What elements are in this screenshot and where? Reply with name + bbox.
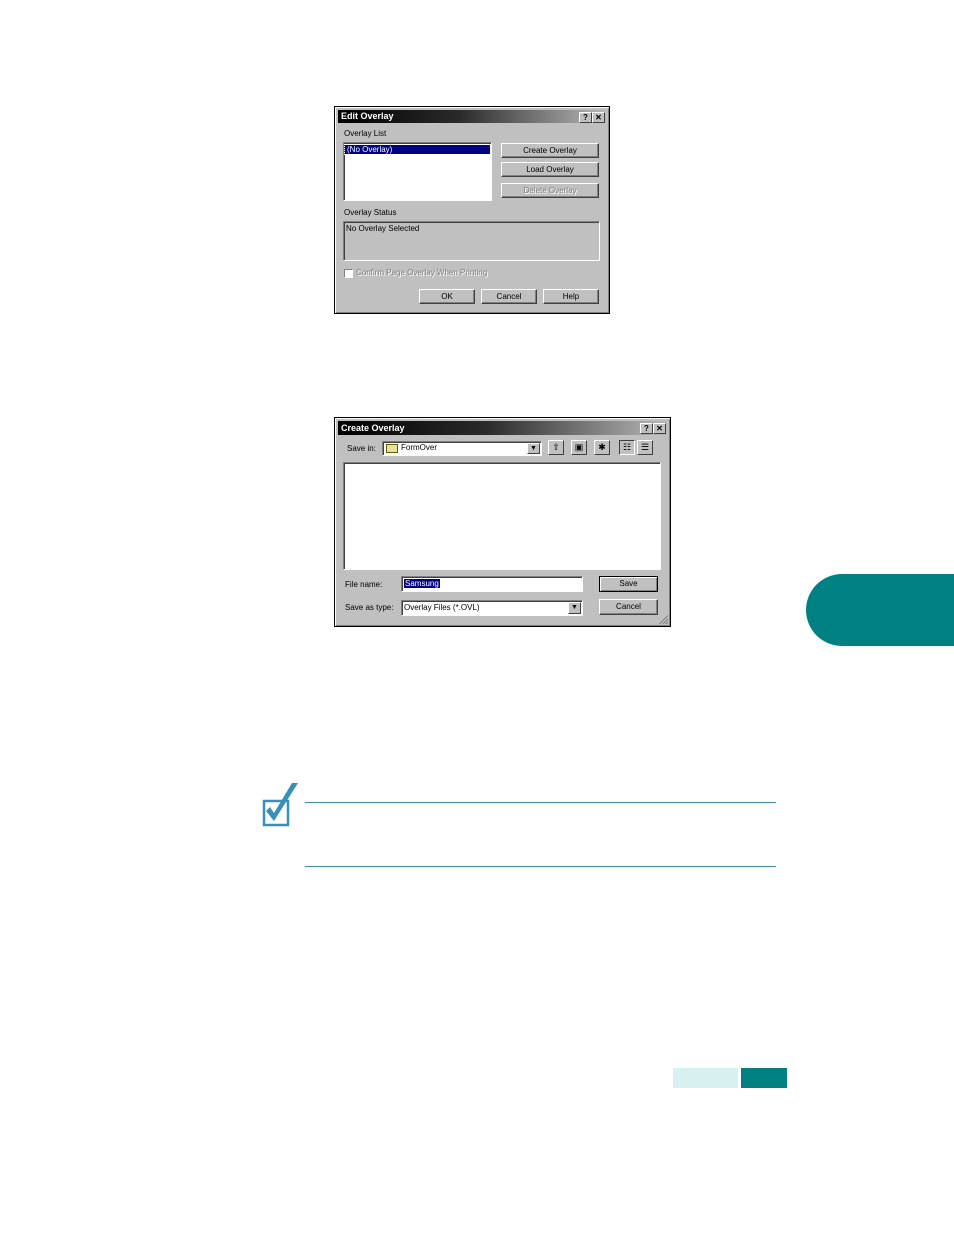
cancel-button[interactable]: Cancel bbox=[481, 289, 537, 304]
help-title-button[interactable]: ? bbox=[579, 112, 592, 123]
cancel-button[interactable]: Cancel bbox=[599, 599, 658, 615]
save-button[interactable]: Save bbox=[599, 576, 658, 592]
chevron-down-icon[interactable]: ▼ bbox=[568, 602, 581, 614]
delete-overlay-button[interactable]: Delete Overlay bbox=[501, 183, 599, 198]
overlay-status-box: No Overlay Selected bbox=[343, 221, 600, 261]
save-as-type-label: Save as type: bbox=[345, 603, 394, 612]
up-one-level-button[interactable]: ⇧ bbox=[548, 440, 564, 455]
close-title-button[interactable]: ✕ bbox=[592, 112, 605, 123]
overlay-status-label: Overlay Status bbox=[344, 208, 397, 217]
file-name-value: Samsung bbox=[404, 579, 440, 588]
overlay-list-label: Overlay List bbox=[344, 129, 387, 138]
close-icon: ✕ bbox=[595, 113, 602, 122]
details-view-button[interactable]: ☰ bbox=[637, 440, 653, 455]
folder-icon bbox=[386, 444, 398, 453]
list-view-button[interactable]: ☷ bbox=[619, 440, 635, 455]
chapter-tab bbox=[806, 574, 954, 646]
desktop-icon: ▣ bbox=[574, 442, 584, 452]
checkmark-note-icon bbox=[262, 783, 298, 827]
desktop-button[interactable]: ▣ bbox=[571, 440, 587, 455]
help-title-button[interactable]: ? bbox=[640, 423, 653, 434]
footer-page-tab-light bbox=[673, 1068, 738, 1088]
confirm-overlay-checkbox[interactable] bbox=[344, 269, 353, 278]
file-name-input[interactable]: Samsung bbox=[401, 576, 583, 592]
file-browser-pane[interactable] bbox=[343, 462, 661, 570]
create-overlay-button[interactable]: Create Overlay bbox=[501, 143, 599, 158]
file-name-label: File name: bbox=[345, 580, 383, 589]
help-button[interactable]: Help bbox=[543, 289, 599, 304]
question-icon: ? bbox=[644, 424, 649, 433]
create-overlay-title: Create Overlay bbox=[341, 423, 405, 433]
new-folder-icon: ✱ bbox=[598, 442, 606, 452]
note-top-rule bbox=[305, 802, 776, 803]
create-overlay-dialog: Create Overlay ? ✕ Save in: FormOver ▼ ⇧… bbox=[334, 417, 671, 627]
save-as-type-value: Overlay Files (*.OVL) bbox=[404, 603, 480, 612]
save-in-label: Save in: bbox=[347, 444, 376, 453]
list-view-icon: ☷ bbox=[622, 442, 632, 452]
create-overlay-titlebar[interactable]: Create Overlay ? ✕ bbox=[338, 421, 667, 435]
overlay-status-text: No Overlay Selected bbox=[346, 224, 420, 233]
overlay-list[interactable]: (No Overlay) bbox=[343, 142, 492, 201]
edit-overlay-dialog: Edit Overlay ? ✕ Overlay List (No Overla… bbox=[334, 106, 610, 314]
save-as-type-combo[interactable]: Overlay Files (*.OVL) ▼ bbox=[401, 600, 583, 616]
question-icon: ? bbox=[583, 113, 588, 122]
close-title-button[interactable]: ✕ bbox=[653, 423, 666, 434]
chevron-down-icon[interactable]: ▼ bbox=[527, 443, 540, 454]
footer-page-tab-dark bbox=[741, 1068, 787, 1088]
resize-grip-icon[interactable] bbox=[659, 615, 668, 624]
new-folder-button[interactable]: ✱ bbox=[594, 440, 610, 455]
save-in-value: FormOver bbox=[401, 443, 437, 452]
up-one-level-icon: ⇧ bbox=[552, 442, 560, 452]
note-bottom-rule bbox=[305, 866, 776, 867]
edit-overlay-titlebar[interactable]: Edit Overlay ? ✕ bbox=[338, 110, 606, 123]
close-icon: ✕ bbox=[656, 424, 663, 433]
confirm-overlay-label: Confirm Page Overlay When Printing bbox=[356, 268, 488, 277]
save-in-combo[interactable]: FormOver ▼ bbox=[382, 441, 542, 456]
ok-button[interactable]: OK bbox=[419, 289, 475, 304]
load-overlay-button[interactable]: Load Overlay bbox=[501, 162, 599, 177]
edit-overlay-title: Edit Overlay bbox=[341, 111, 394, 121]
overlay-list-item-selected[interactable]: (No Overlay) bbox=[344, 144, 491, 155]
details-view-icon: ☰ bbox=[640, 442, 650, 452]
